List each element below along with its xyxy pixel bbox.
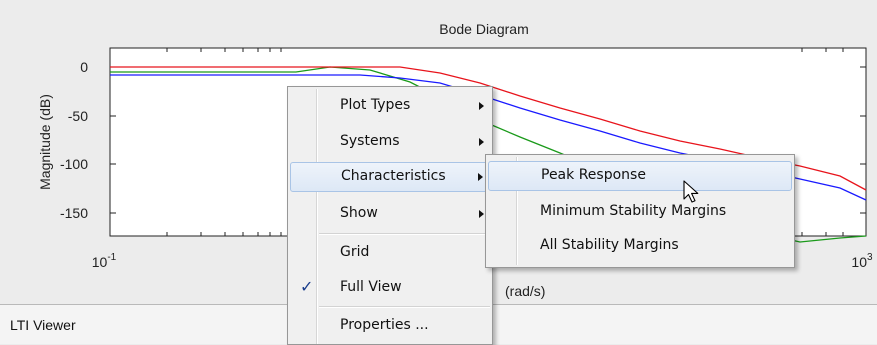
submenu-item-label: All Stability Margins <box>540 237 679 253</box>
submenu-item-label: Peak Response <box>541 167 646 183</box>
submenu-arrow-icon <box>479 102 484 110</box>
menu-separator <box>319 233 490 234</box>
y-axis-label: Magnitude (dB) <box>37 94 53 190</box>
submenu-item-peak-response[interactable]: Peak Response <box>488 161 792 191</box>
menu-item-characteristics[interactable]: Characteristics <box>290 162 490 192</box>
plot-title: Bode Diagram <box>439 21 529 37</box>
x-tick-right-exp: 3 <box>867 252 873 263</box>
menu-item-label: Characteristics <box>341 168 446 184</box>
y-tick-label: -100 <box>60 156 88 172</box>
y-tick-label: -150 <box>60 205 88 221</box>
menu-item-systems[interactable]: Systems <box>290 127 490 157</box>
checkmark-icon: ✓ <box>300 277 314 296</box>
submenu-item-minimum-stability-margins[interactable]: Minimum Stability Margins <box>488 197 792 227</box>
y-tick-label: 0 <box>80 59 88 75</box>
submenu-arrow-icon <box>478 173 483 181</box>
menu-item-show[interactable]: Show <box>290 199 490 229</box>
submenu-arrow-icon <box>479 210 484 218</box>
submenu-arrow-icon <box>479 138 484 146</box>
y-tick-label: -50 <box>68 108 88 124</box>
menu-item-label: Full View <box>340 279 402 295</box>
menu-item-plot-types[interactable]: Plot Types <box>290 91 490 121</box>
x-tick-right-base: 10 <box>851 254 867 270</box>
status-text: LTI Viewer <box>10 317 76 333</box>
submenu-item-all-stability-margins[interactable]: All Stability Margins <box>488 231 792 261</box>
menu-item-properties[interactable]: Properties ... <box>290 311 490 341</box>
x-axis-label: (rad/s) <box>505 283 545 299</box>
menu-item-label: Grid <box>340 244 370 260</box>
menu-item-full-view[interactable]: ✓ Full View <box>290 273 490 303</box>
x-tick-label-left: 10-1 <box>92 252 117 270</box>
menu-item-label: Properties ... <box>340 317 429 333</box>
mouse-pointer-icon <box>683 180 699 203</box>
menu-item-label: Show <box>340 205 378 221</box>
context-menu: Plot Types Systems Characteristics Show … <box>287 86 493 345</box>
menu-item-label: Systems <box>340 133 400 149</box>
menu-item-grid[interactable]: Grid <box>290 238 490 268</box>
x-tick-label-right: 103 <box>851 252 873 270</box>
x-tick-left-base: 10 <box>92 254 108 270</box>
menu-item-label: Plot Types <box>340 97 411 113</box>
menu-separator <box>319 306 490 307</box>
x-tick-left-exp: -1 <box>107 252 116 263</box>
characteristics-submenu: Peak Response Minimum Stability Margins … <box>485 154 795 268</box>
